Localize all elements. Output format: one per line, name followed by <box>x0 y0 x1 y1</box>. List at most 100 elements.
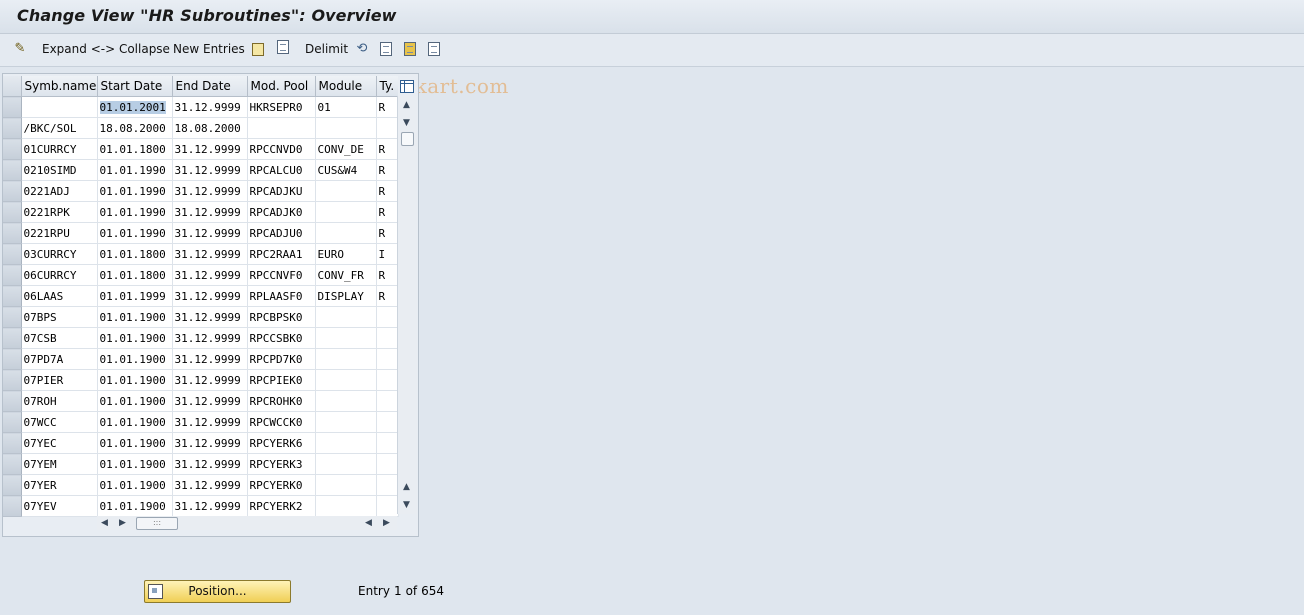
cell-type[interactable]: I <box>376 243 399 265</box>
cell-module[interactable] <box>315 201 377 223</box>
cell-module[interactable] <box>315 369 377 391</box>
cell-symb-name[interactable]: 07YEC <box>21 432 98 454</box>
cell-start-date[interactable]: 01.01.1990 <box>97 222 173 244</box>
cell-type[interactable] <box>376 390 399 412</box>
cell-type[interactable] <box>376 327 399 349</box>
cell-end-date[interactable]: 31.12.9999 <box>172 432 248 454</box>
cell-type[interactable] <box>376 432 399 454</box>
row-selector[interactable] <box>3 369 22 391</box>
cell-start-date[interactable]: 18.08.2000 <box>97 117 173 139</box>
cell-module[interactable] <box>315 411 377 433</box>
cell-type[interactable]: R <box>376 159 399 181</box>
cell-module[interactable] <box>315 453 377 475</box>
cell-end-date[interactable]: 31.12.9999 <box>172 306 248 328</box>
cell-type[interactable] <box>376 348 399 370</box>
expand-collapse-button[interactable]: Expand <-> Collapse <box>42 34 170 66</box>
cell-mod-pool[interactable]: RPCROHK0 <box>247 390 316 412</box>
select-all-icon[interactable] <box>380 42 392 56</box>
cell-symb-name[interactable]: 07YER <box>21 474 98 496</box>
cell-mod-pool[interactable]: RPCYERK0 <box>247 474 316 496</box>
scroll-page-down-icon[interactable]: ▼ <box>403 118 410 128</box>
cell-symb-name[interactable]: 0221RPK <box>21 201 98 223</box>
cell-symb-name[interactable]: 07YEM <box>21 453 98 475</box>
scroll-down-icon[interactable]: ▼ <box>403 500 410 510</box>
cell-end-date[interactable]: 31.12.9999 <box>172 348 248 370</box>
cell-mod-pool[interactable]: RPCADJU0 <box>247 222 316 244</box>
cell-mod-pool[interactable] <box>247 117 316 139</box>
cell-symb-name[interactable]: 06LAAS <box>21 285 98 307</box>
cell-type[interactable] <box>376 306 399 328</box>
cell-mod-pool[interactable]: RPC2RAA1 <box>247 243 316 265</box>
cell-symb-name[interactable]: 0221ADJ <box>21 180 98 202</box>
cell-start-date[interactable]: 01.01.1990 <box>97 201 173 223</box>
column-header-module[interactable]: Module <box>315 76 377 97</box>
cell-module[interactable] <box>315 327 377 349</box>
column-header-end-date[interactable]: End Date <box>172 76 248 97</box>
cell-start-date[interactable]: 01.01.1999 <box>97 285 173 307</box>
cell-symb-name[interactable]: 03CURRCY <box>21 243 98 265</box>
cell-start-date[interactable]: 01.01.1800 <box>97 138 173 160</box>
cell-end-date[interactable]: 31.12.9999 <box>172 243 248 265</box>
scroll-left-end-icon[interactable]: ◀ <box>365 516 372 530</box>
cell-end-date[interactable]: 31.12.9999 <box>172 201 248 223</box>
scroll-thumb[interactable] <box>401 132 414 146</box>
cell-end-date[interactable]: 31.12.9999 <box>172 495 248 517</box>
cell-end-date[interactable]: 31.12.9999 <box>172 138 248 160</box>
cell-end-date[interactable]: 31.12.9999 <box>172 285 248 307</box>
row-selector[interactable] <box>3 348 22 370</box>
cell-start-date[interactable]: 01.01.1900 <box>97 369 173 391</box>
cell-end-date[interactable]: 31.12.9999 <box>172 222 248 244</box>
row-selector[interactable] <box>3 327 22 349</box>
row-selector[interactable] <box>3 432 22 454</box>
cell-type[interactable]: R <box>376 285 399 307</box>
copy-as-icon[interactable] <box>252 43 264 56</box>
horizontal-scroll-thumb[interactable]: ::: <box>136 517 178 530</box>
row-selector[interactable] <box>3 285 22 307</box>
cell-start-date[interactable]: 01.01.1800 <box>97 264 173 286</box>
cell-type[interactable] <box>376 474 399 496</box>
select-block-icon[interactable] <box>404 42 416 56</box>
cell-type[interactable] <box>376 411 399 433</box>
cell-type[interactable]: R <box>376 180 399 202</box>
deselect-all-icon[interactable] <box>428 42 440 56</box>
cell-type[interactable]: R <box>376 264 399 286</box>
cell-module[interactable]: EURO <box>315 243 377 265</box>
cell-type[interactable]: R <box>376 96 399 118</box>
delimit-button[interactable]: Delimit <box>305 34 348 66</box>
cell-end-date[interactable]: 31.12.9999 <box>172 369 248 391</box>
cell-start-date[interactable]: 01.01.1900 <box>97 306 173 328</box>
cell-mod-pool[interactable]: RPCADJKU <box>247 180 316 202</box>
row-selector[interactable] <box>3 201 22 223</box>
cell-module[interactable] <box>315 432 377 454</box>
cell-mod-pool[interactable]: RPCYERK6 <box>247 432 316 454</box>
cell-mod-pool[interactable]: RPCPIEK0 <box>247 369 316 391</box>
cell-start-date[interactable]: 01.01.1990 <box>97 180 173 202</box>
column-header-mod-pool[interactable]: Mod. Pool <box>247 76 316 97</box>
new-entries-button[interactable]: New Entries <box>173 34 245 66</box>
cell-start-date[interactable]: 01.01.1990 <box>97 159 173 181</box>
cell-end-date[interactable]: 31.12.9999 <box>172 180 248 202</box>
cell-mod-pool[interactable]: RPCYERK2 <box>247 495 316 517</box>
row-selector[interactable] <box>3 264 22 286</box>
cell-symb-name[interactable]: 06CURRCY <box>21 264 98 286</box>
cell-mod-pool[interactable]: RPLAASF0 <box>247 285 316 307</box>
cell-module[interactable] <box>315 222 377 244</box>
scroll-page-up-icon[interactable]: ▲ <box>403 482 410 492</box>
cell-symb-name[interactable]: 01CURRCY <box>21 138 98 160</box>
cell-end-date[interactable]: 18.08.2000 <box>172 117 248 139</box>
cell-module[interactable] <box>315 348 377 370</box>
position-button[interactable]: Position... <box>144 580 291 603</box>
cell-mod-pool[interactable]: HKRSEPR0 <box>247 96 316 118</box>
cell-mod-pool[interactable]: RPCCSBK0 <box>247 327 316 349</box>
cell-type[interactable]: R <box>376 201 399 223</box>
cell-mod-pool[interactable]: RPCALCU0 <box>247 159 316 181</box>
cell-symb-name[interactable]: 07PIER <box>21 369 98 391</box>
cell-module[interactable] <box>315 180 377 202</box>
row-selector[interactable] <box>3 96 22 118</box>
row-selector[interactable] <box>3 117 22 139</box>
change-display-icon[interactable]: ✎ <box>12 41 28 57</box>
cell-symb-name[interactable] <box>21 96 98 118</box>
cell-start-date[interactable]: 01.01.1900 <box>97 411 173 433</box>
row-selector[interactable] <box>3 474 22 496</box>
cell-symb-name[interactable]: 07YEV <box>21 495 98 517</box>
